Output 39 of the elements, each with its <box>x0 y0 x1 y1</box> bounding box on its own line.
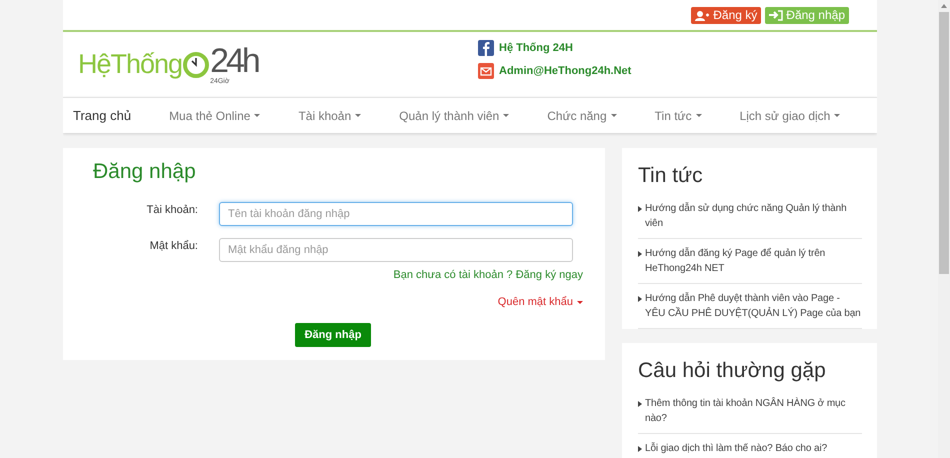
nav-link[interactable]: Tin tức <box>636 108 721 122</box>
field-label: Tài khoản: <box>146 203 198 216</box>
scroll-up-icon[interactable] <box>941 4 947 8</box>
register-link[interactable]: Bạn chưa có tài khoản ? Đăng ký ngay <box>393 269 583 281</box>
triangle-icon <box>638 401 642 407</box>
triangle-icon <box>638 251 642 257</box>
nav-link[interactable]: Quản lý thành viên <box>380 108 528 122</box>
article-link[interactable]: Hướng dẫn sử dụng chức năng Quản lý thành viên <box>645 201 862 231</box>
input-field[interactable]: Tên tài khoản đăng nhập <box>219 202 573 226</box>
panel-title: Tin tức <box>638 164 704 188</box>
scrollbar-thumb[interactable] <box>939 12 949 274</box>
sign-in-icon <box>769 10 784 20</box>
panel-title: Câu hỏi thường gặp <box>638 359 827 383</box>
clock-icon <box>182 50 210 78</box>
article-link[interactable]: Hướng dẫn đăng ký Page để quản lý trên HeThong24h NET <box>645 246 862 276</box>
article-link[interactable]: Hướng dẫn Phê duyệt thành viên vào Page - YÊU CẦU PHÊ DUYỆT(QUẢN LÝ) Page của bạn <box>645 291 862 321</box>
nav-link[interactable]: Chức năng <box>528 108 636 122</box>
login-submit-button[interactable]: Đăng nhập <box>294 323 372 347</box>
nav-link[interactable]: Trang chủ <box>73 108 150 123</box>
nav-link[interactable]: Mua thẻ Online <box>150 108 280 122</box>
add-user-icon <box>695 10 710 20</box>
triangle-icon <box>638 446 642 452</box>
triangle-icon <box>638 206 642 212</box>
register-button[interactable]: Đăng ký <box>691 6 762 24</box>
logo-number: 24h <box>210 44 258 78</box>
facebook-icon <box>478 40 494 56</box>
forgot-password-link[interactable]: Quên mật khẩu <box>498 296 583 308</box>
field-label: Mật khẩu: <box>148 239 198 252</box>
email-icon <box>478 63 494 79</box>
triangle-icon <box>638 296 642 302</box>
article-link[interactable]: Lỗi giao dịch thì làm thế nào? Báo cho ai? <box>645 441 828 456</box>
logo-text: HệThống <box>78 49 182 80</box>
input-field[interactable]: Mật khẩu đăng nhập <box>219 238 573 262</box>
login-title: Đăng nhập <box>93 160 197 184</box>
email-link[interactable]: Admin@HeThong24h.Net <box>499 65 632 77</box>
facebook-link[interactable]: Hệ Thống 24H <box>499 42 573 54</box>
nav-link[interactable]: Lịch sử giao dịch <box>720 108 860 122</box>
nav-link[interactable]: Tài khoản <box>279 108 380 122</box>
article-link[interactable]: Thêm thông tin tài khoản NGÂN HÀNG ở mục nào? <box>645 396 862 426</box>
